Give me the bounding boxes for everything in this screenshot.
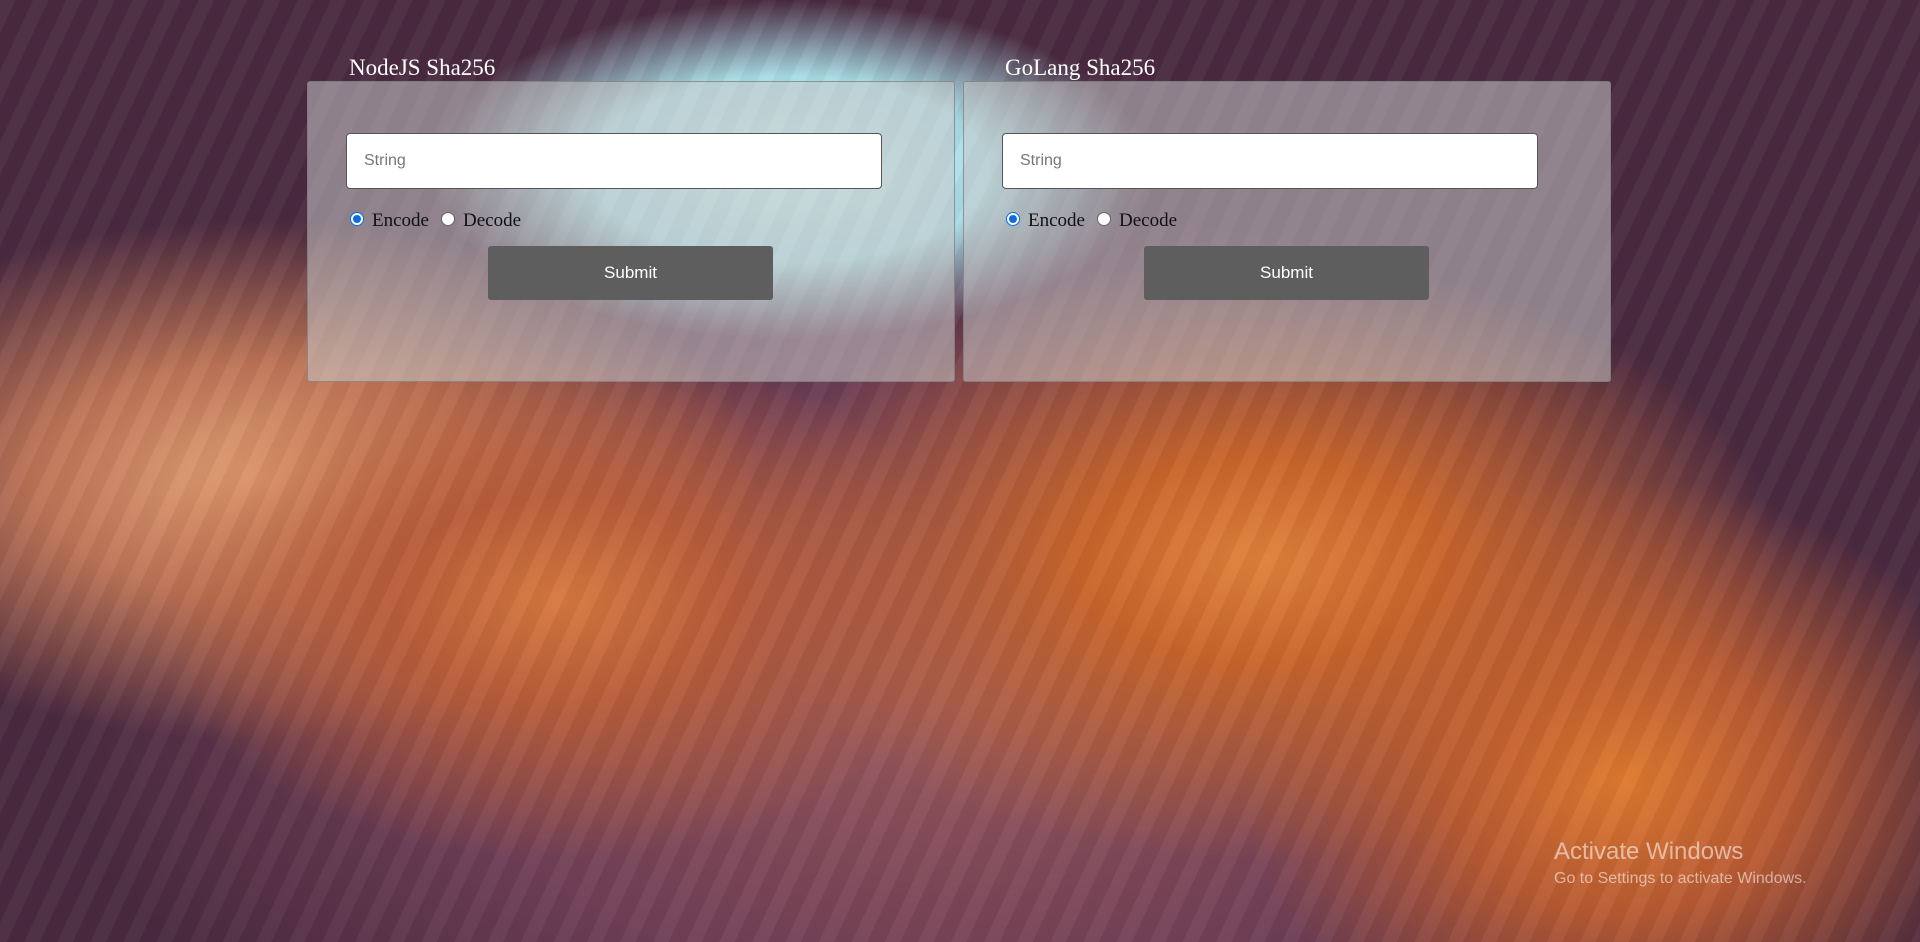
background-canyon-image <box>0 0 1920 942</box>
watermark-subtitle: Go to Settings to activate Windows. <box>1554 870 1807 887</box>
nodejs-submit-button[interactable]: Submit <box>488 246 773 300</box>
golang-encode-radio[interactable] <box>1006 212 1020 226</box>
activate-windows-watermark: Activate Windows Go to Settings to activ… <box>1554 838 1807 888</box>
golang-panel: Encode Decode Submit <box>963 81 1611 382</box>
nodejs-panel: Encode Decode Submit <box>307 81 955 382</box>
nodejs-encode-radio[interactable] <box>350 212 364 226</box>
golang-panel-title: GoLang Sha256 <box>1005 55 1156 80</box>
golang-mode-radio-group: Encode Decode <box>1002 209 1185 233</box>
watermark-title: Activate Windows <box>1554 838 1744 865</box>
nodejs-encode-label[interactable]: Encode <box>372 210 429 232</box>
golang-encode-label[interactable]: Encode <box>1028 210 1085 232</box>
nodejs-decode-label[interactable]: Decode <box>463 210 521 232</box>
nodejs-string-input[interactable] <box>346 133 882 189</box>
nodejs-decode-radio[interactable] <box>440 212 455 226</box>
nodejs-panel-title: NodeJS Sha256 <box>349 55 496 80</box>
nodejs-mode-radio-group: Encode Decode <box>346 209 529 233</box>
golang-decode-label[interactable]: Decode <box>1119 210 1177 232</box>
golang-string-input[interactable] <box>1002 133 1538 189</box>
golang-submit-button[interactable]: Submit <box>1144 246 1429 300</box>
golang-decode-radio[interactable] <box>1096 212 1111 226</box>
